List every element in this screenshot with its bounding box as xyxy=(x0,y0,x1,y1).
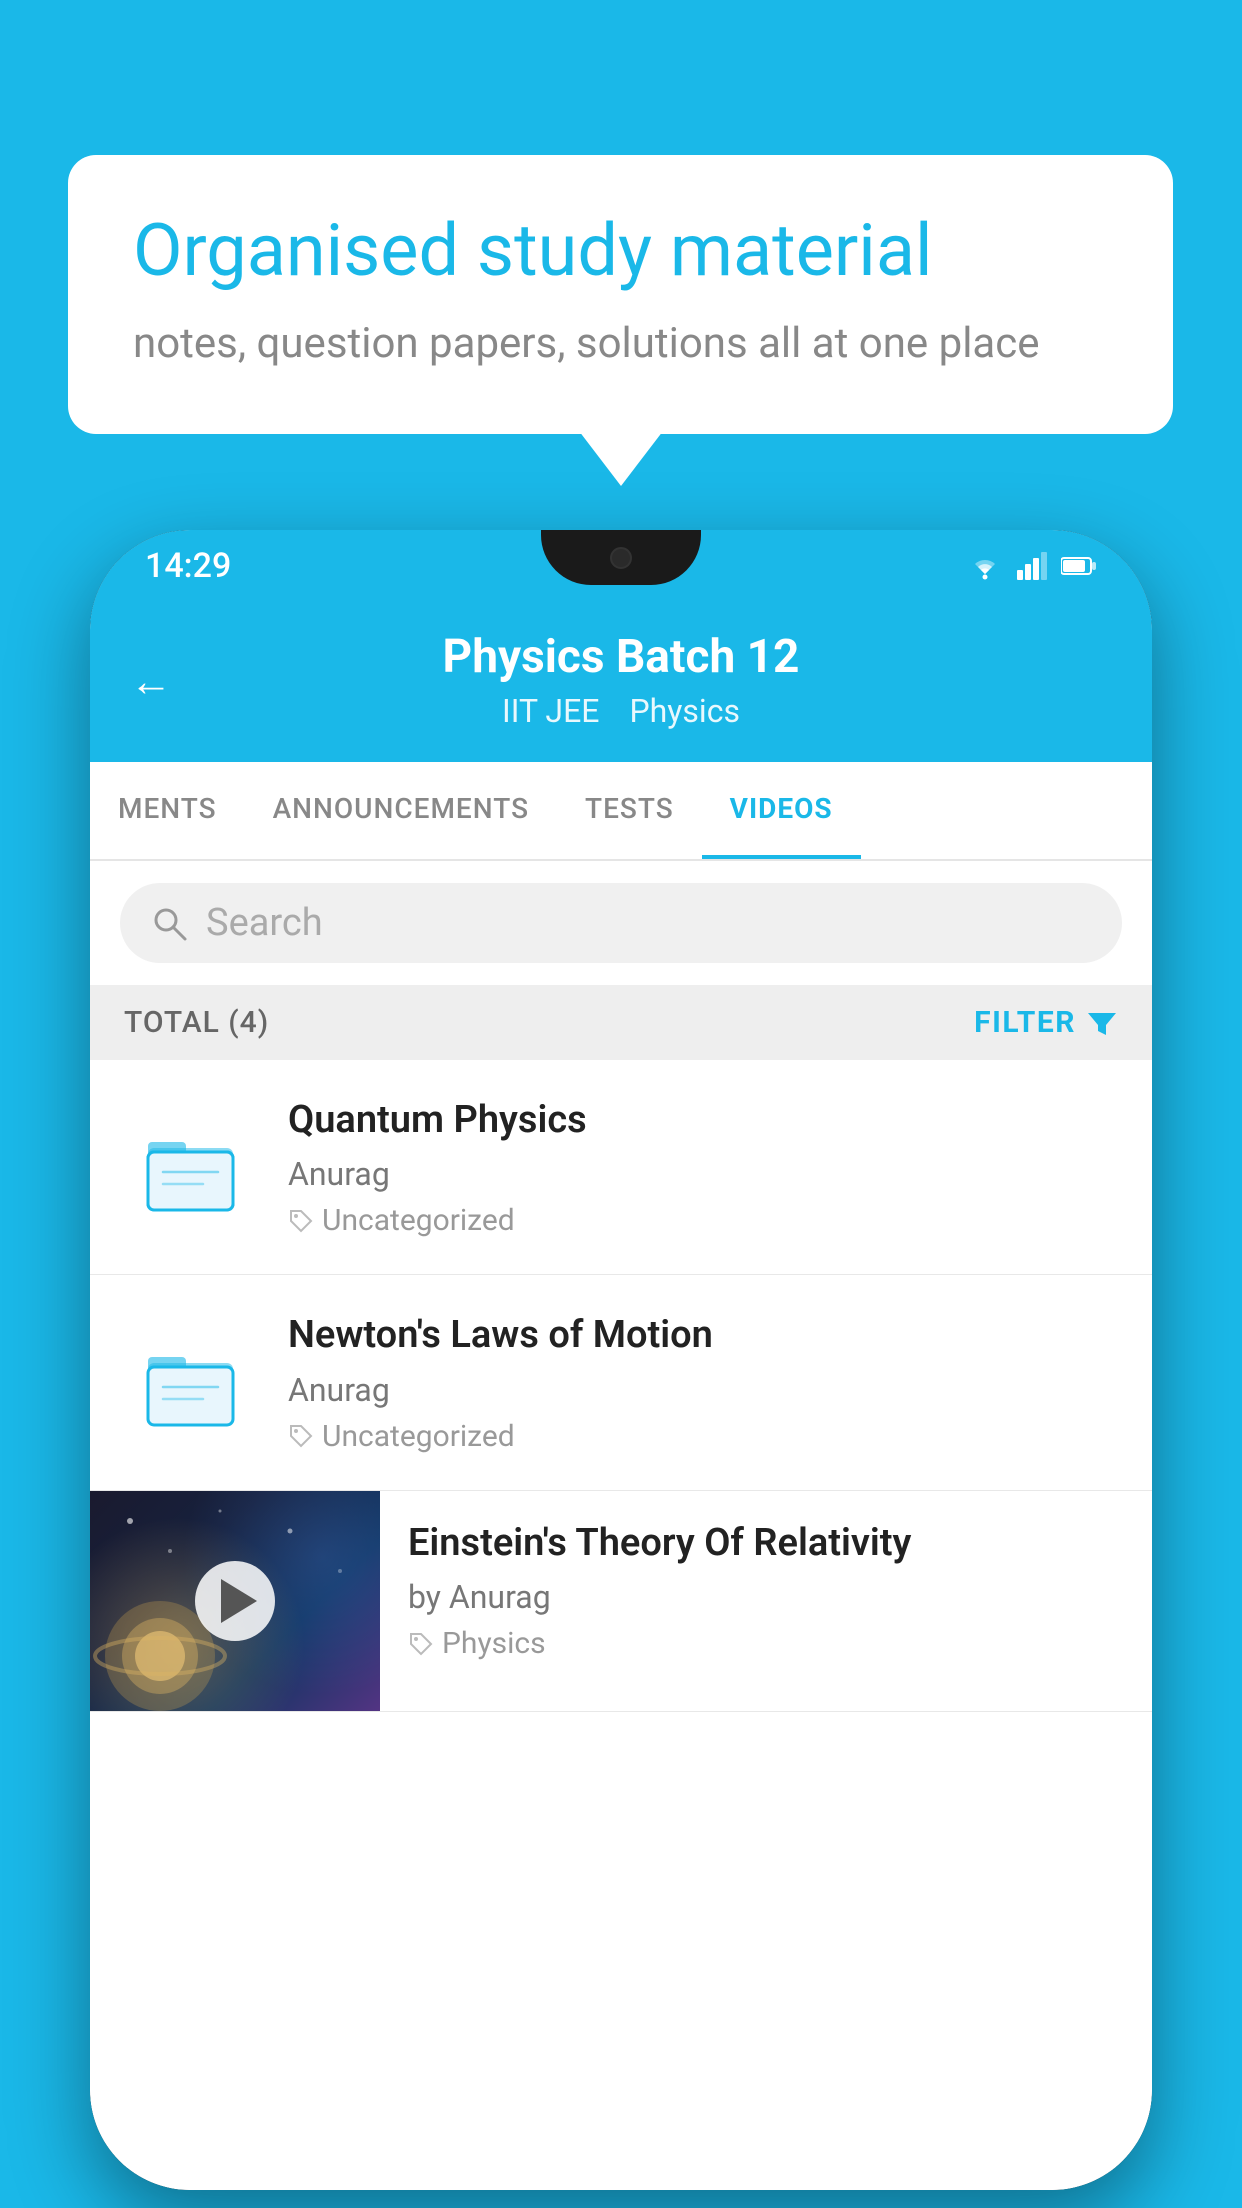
bottom-fill xyxy=(90,2160,1152,2190)
status-icons xyxy=(967,552,1097,580)
status-time: 14:29 xyxy=(145,546,231,586)
speech-bubble-heading: Organised study material xyxy=(133,210,1108,293)
folder-icon xyxy=(143,1120,238,1215)
tabs-bar: MENTS ANNOUNCEMENTS TESTS VIDEOS xyxy=(90,762,1152,861)
video-title: Quantum Physics xyxy=(288,1096,1122,1145)
speech-bubble: Organised study material notes, question… xyxy=(68,155,1173,434)
search-container: Search xyxy=(90,861,1152,985)
tab-ments[interactable]: MENTS xyxy=(90,762,245,859)
video-tag: Uncategorized xyxy=(288,1203,1122,1238)
phone-container: 14:29 xyxy=(90,530,1152,2190)
header-subtitle: IIT JEE Physics xyxy=(502,692,740,730)
list-item[interactable]: Newton's Laws of Motion Anurag Uncategor… xyxy=(90,1275,1152,1490)
page-title: Physics Batch 12 xyxy=(443,630,800,684)
video-info: Quantum Physics Anurag Uncategorized xyxy=(288,1096,1122,1238)
app-header: ← Physics Batch 12 IIT JEE Physics xyxy=(90,602,1152,762)
video-info: Newton's Laws of Motion Anurag Uncategor… xyxy=(288,1311,1122,1453)
play-button[interactable] xyxy=(195,1561,275,1641)
video-tag: Physics xyxy=(408,1626,1132,1661)
camera-dot xyxy=(610,547,632,569)
tag-icon xyxy=(408,1631,434,1657)
wifi-icon xyxy=(967,552,1003,580)
tab-announcements[interactable]: ANNOUNCEMENTS xyxy=(245,762,557,859)
status-bar: 14:29 xyxy=(90,530,1152,602)
video-info: Einstein's Theory Of Relativity by Anura… xyxy=(380,1491,1152,1689)
phone-screen: 14:29 xyxy=(90,530,1152,2190)
folder-icon xyxy=(143,1335,238,1430)
video-title: Newton's Laws of Motion xyxy=(288,1311,1122,1360)
filter-icon xyxy=(1086,1007,1118,1039)
filter-bar: TOTAL (4) FILTER xyxy=(90,985,1152,1060)
battery-icon xyxy=(1061,555,1097,577)
notch xyxy=(541,530,701,585)
total-count: TOTAL (4) xyxy=(124,1005,269,1040)
search-placeholder: Search xyxy=(206,901,323,945)
phone-frame: 14:29 xyxy=(90,530,1152,2190)
list-item[interactable]: Quantum Physics Anurag Uncategorized xyxy=(90,1060,1152,1275)
filter-button[interactable]: FILTER xyxy=(974,1005,1118,1040)
tab-videos[interactable]: VIDEOS xyxy=(702,762,861,859)
folder-icon-container xyxy=(120,1097,260,1237)
signal-icon xyxy=(1017,552,1047,580)
search-icon xyxy=(150,904,188,942)
speech-bubble-wrapper: Organised study material notes, question… xyxy=(68,155,1173,434)
folder-icon-container xyxy=(120,1313,260,1453)
speech-bubble-subtext: notes, question papers, solutions all at… xyxy=(133,315,1108,374)
video-author: Anurag xyxy=(288,1371,1122,1409)
play-triangle xyxy=(221,1579,257,1623)
video-tag: Uncategorized xyxy=(288,1419,1122,1454)
tag-icon xyxy=(288,1423,314,1449)
tag-label: Uncategorized xyxy=(322,1203,515,1238)
search-bar[interactable]: Search xyxy=(120,883,1122,963)
video-thumbnail xyxy=(90,1491,380,1711)
tag-label: Uncategorized xyxy=(322,1419,515,1454)
list-item[interactable]: Einstein's Theory Of Relativity by Anura… xyxy=(90,1491,1152,1712)
video-list: Quantum Physics Anurag Uncategorized xyxy=(90,1060,1152,2160)
tab-tests[interactable]: TESTS xyxy=(557,762,702,859)
subtitle-iitjee: IIT JEE xyxy=(502,692,599,730)
back-button[interactable]: ← xyxy=(130,658,172,707)
tag-label: Physics xyxy=(442,1626,546,1661)
video-title: Einstein's Theory Of Relativity xyxy=(408,1519,1132,1568)
filter-label: FILTER xyxy=(974,1005,1076,1040)
tag-icon xyxy=(288,1208,314,1234)
subtitle-physics: Physics xyxy=(629,692,740,730)
video-author: Anurag xyxy=(288,1155,1122,1193)
video-author: by Anurag xyxy=(408,1578,1132,1616)
